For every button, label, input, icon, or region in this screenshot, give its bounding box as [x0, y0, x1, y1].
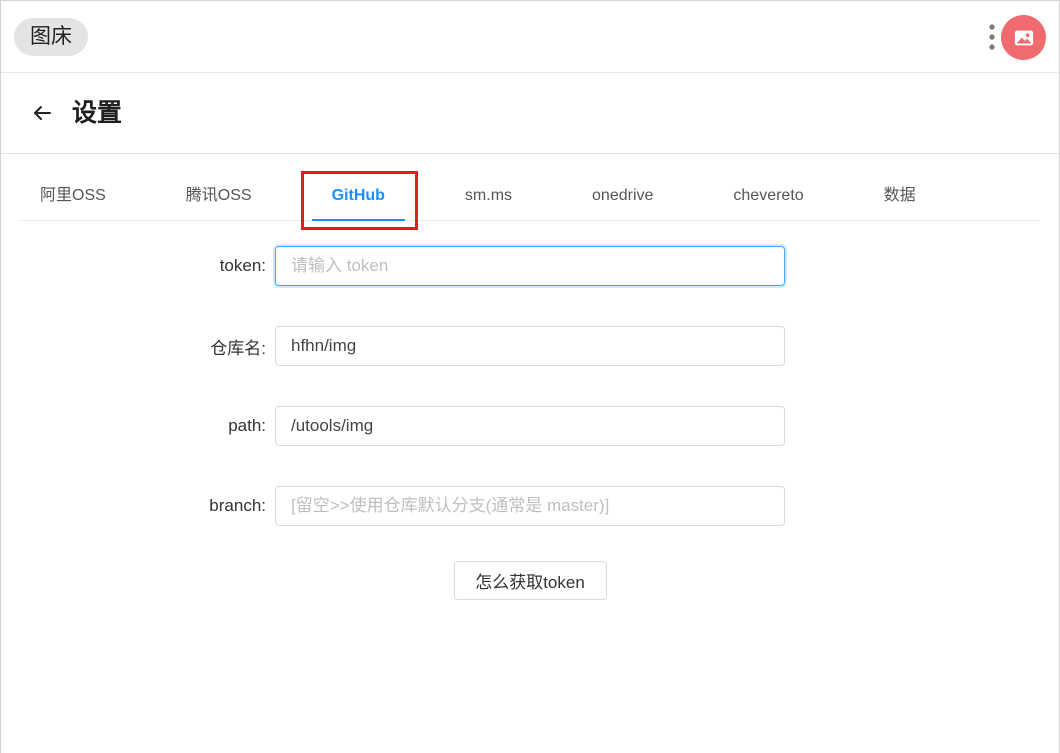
app-title-pill[interactable]: 图床 [14, 18, 88, 56]
tab-github[interactable]: GitHub [300, 171, 418, 230]
tab-label: onedrive [592, 187, 654, 204]
repo-name-label: 仓库名: [210, 338, 266, 358]
tab-label: 阿里OSS [40, 187, 106, 204]
tab-label: chevereto [733, 187, 804, 204]
settings-content: 阿里OSS 腾讯OSS GitHub sm.ms onedrive chever… [20, 171, 1040, 600]
tab-onedrive[interactable]: onedrive [572, 172, 673, 220]
form-row-path: path: [20, 406, 1040, 446]
more-menu-button[interactable] [988, 22, 996, 52]
how-to-get-token-button[interactable]: 怎么获取token [453, 561, 607, 600]
token-label: token: [219, 256, 266, 275]
image-icon [1014, 30, 1033, 45]
back-button[interactable] [32, 103, 52, 123]
back-arrow-icon [34, 106, 51, 120]
tab-data[interactable]: 数据 [864, 172, 936, 220]
plugin-avatar[interactable] [1001, 15, 1046, 60]
branch-input[interactable] [275, 486, 785, 526]
tab-label: 腾讯OSS [185, 187, 252, 204]
form-row-token: token: [20, 246, 1040, 286]
app-window: 图床 设置 阿里OSS 腾讯OSS GitHub sm.ms onedrive … [0, 0, 1060, 753]
form-row-branch: branch: [20, 486, 1040, 526]
tab-aliyun-oss[interactable]: 阿里OSS [20, 172, 126, 220]
page-title: 设置 [72, 99, 123, 127]
form-row-repo: 仓库名: [20, 326, 1040, 366]
tab-label: GitHub [331, 187, 385, 204]
tab-sm-ms[interactable]: sm.ms [445, 172, 532, 220]
tab-bar: 阿里OSS 腾讯OSS GitHub sm.ms onedrive chever… [20, 171, 1040, 230]
tab-label: 数据 [883, 187, 916, 204]
page-header: 设置 [1, 73, 1059, 154]
top-bar: 图床 [1, 1, 1059, 73]
tab-label: sm.ms [464, 187, 513, 204]
branch-label: branch: [209, 496, 266, 515]
token-input[interactable] [275, 246, 785, 286]
more-vertical-icon [989, 24, 995, 50]
tab-chevereto[interactable]: chevereto [713, 172, 823, 220]
path-label: path: [228, 416, 266, 435]
repo-name-input[interactable] [275, 326, 785, 366]
github-settings-form: token: 仓库名: path: branch: 怎么获取token [20, 246, 1040, 600]
help-button-row: 怎么获取token [20, 561, 1040, 600]
path-input[interactable] [275, 406, 785, 446]
tab-tencent-oss[interactable]: 腾讯OSS [166, 172, 272, 220]
